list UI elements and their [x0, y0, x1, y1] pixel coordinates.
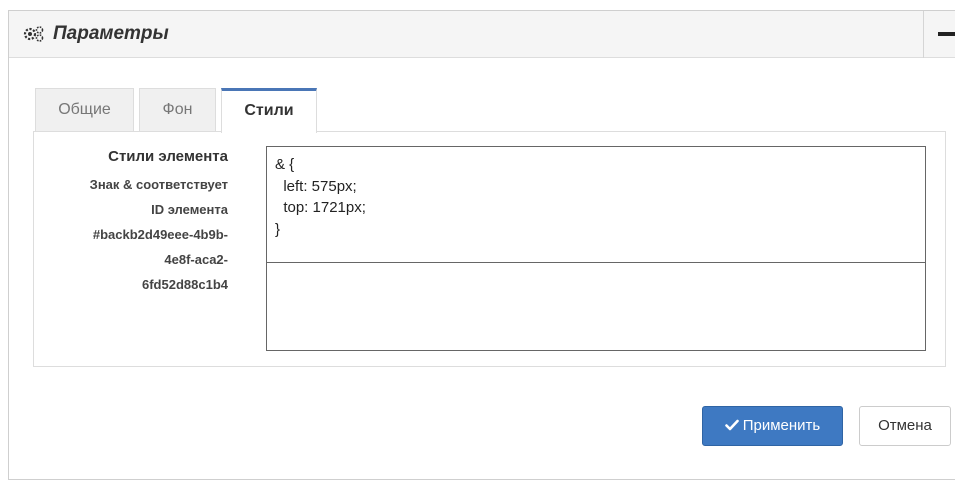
css-code-area[interactable]: & { left: 575px; top: 1721px; } [267, 147, 925, 263]
apply-label: Применить [742, 417, 821, 434]
collapse-button[interactable] [924, 11, 955, 58]
apply-button[interactable]: Применить [702, 406, 843, 446]
gears-icon [23, 26, 44, 42]
minus-icon [938, 32, 955, 36]
styles-field-label: Стили элемента Знак & соответствует ID э… [34, 146, 228, 297]
code-line: & { [275, 156, 295, 173]
hint-line: #backb2d49eee-4b9b- [92, 227, 228, 242]
cancel-button[interactable]: Отмена [859, 406, 951, 446]
code-line: } [275, 220, 281, 238]
parameters-panel: Параметры Общие Фон Стили Стили элемента… [8, 10, 955, 480]
hint-line: 4e8f-aca2- [164, 252, 228, 267]
code-line: left: 575px; [275, 177, 357, 195]
hint-line: 6fd52d88c1b4 [142, 277, 228, 292]
tab-content-styles: Стили элемента Знак & соответствует ID э… [33, 131, 946, 367]
panel-title: Параметры [53, 23, 169, 44]
panel-header: Параметры [9, 11, 955, 58]
styles-label: Стили элемента [108, 148, 228, 165]
code-line: top: 1721px; [275, 199, 366, 216]
tab-general[interactable]: Общие [35, 88, 134, 132]
tab-background[interactable]: Фон [139, 88, 216, 132]
check-icon [724, 419, 739, 431]
hint-line: ID элемента [151, 202, 228, 217]
hint-line: Знак & соответствует [89, 177, 228, 192]
css-editor[interactable]: & { left: 575px; top: 1721px; } [266, 146, 926, 351]
tab-styles[interactable]: Стили [221, 88, 317, 133]
